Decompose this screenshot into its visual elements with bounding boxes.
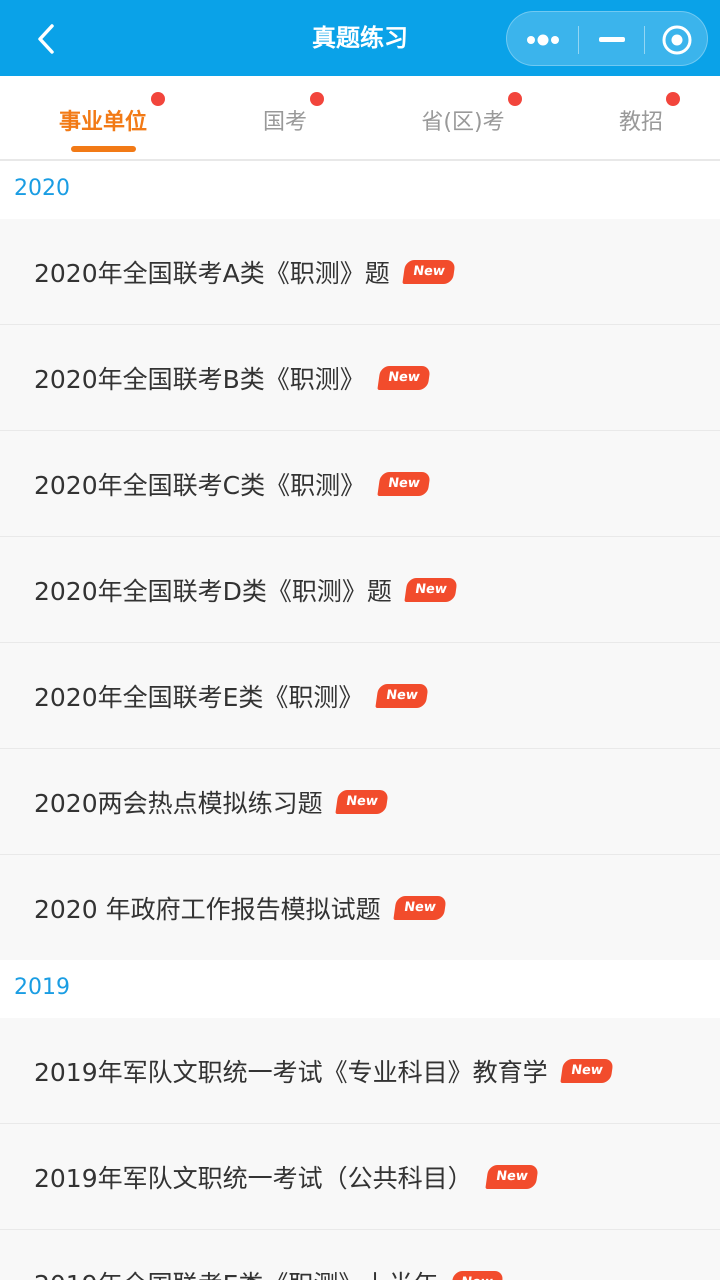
- item-title: 2020两会热点模拟练习题: [34, 789, 323, 818]
- tab-label: 教招: [618, 110, 663, 135]
- section-year: 2020: [14, 176, 70, 201]
- new-badge: New: [375, 684, 429, 708]
- new-badge: New: [402, 260, 456, 284]
- target-circle-icon: [662, 25, 692, 54]
- list-item[interactable]: 2020年全国联考E类《职测》 New: [0, 643, 720, 749]
- new-badge: New: [484, 1165, 539, 1189]
- item-title: 2019年军队文职统一考试《专业科目》教育学: [34, 1058, 548, 1087]
- new-badge: New: [392, 896, 446, 920]
- list-item[interactable]: 2019年全国联考E类《职测》上半年 New: [0, 1230, 720, 1280]
- item-title: 2019年军队文职统一考试（公共科目）: [34, 1164, 473, 1193]
- mini-program-capsule: [506, 11, 708, 66]
- tab-provincial-exam[interactable]: 省(区)考: [408, 76, 522, 161]
- new-badge: New: [377, 472, 431, 496]
- list-item[interactable]: 2020两会热点模拟练习题 New: [0, 749, 720, 855]
- notification-dot: [151, 92, 165, 106]
- tab-national-exam[interactable]: 国考: [245, 76, 325, 161]
- notification-dot: [666, 92, 680, 106]
- item-title: 2020年全国联考B类《职测》: [34, 365, 365, 394]
- list-item[interactable]: 2020年全国联考D类《职测》题 New: [0, 537, 720, 643]
- new-badge: New: [334, 790, 389, 814]
- list-item[interactable]: 2020年全国联考B类《职测》 New: [0, 325, 720, 431]
- new-badge: New: [450, 1271, 504, 1280]
- item-title: 2020年全国联考D类《职测》题: [34, 577, 392, 606]
- list-item[interactable]: 2020 年政府工作报告模拟试题 New: [0, 855, 720, 961]
- list-item[interactable]: 2019年军队文职统一考试（公共科目） New: [0, 1124, 720, 1230]
- item-title: 2020 年政府工作报告模拟试题: [34, 895, 381, 924]
- navigation-bar: 真题练习: [0, 0, 720, 76]
- new-badge: New: [404, 578, 458, 602]
- tab-teacher-recruitment[interactable]: 教招: [605, 76, 680, 161]
- section-header-2019: 2019: [0, 960, 720, 1018]
- more-options-button[interactable]: [507, 12, 579, 67]
- item-title: 2020年全国联考C类《职测》: [34, 471, 366, 500]
- section-year: 2019: [14, 975, 70, 1000]
- item-title: 2020年全国联考E类《职测》: [34, 683, 364, 712]
- active-tab-indicator: [71, 146, 136, 152]
- list-item[interactable]: 2020年全国联考C类《职测》 New: [0, 431, 720, 537]
- new-badge: New: [559, 1059, 614, 1083]
- category-tab-bar: 事业单位 国考 省(区)考 教招: [0, 76, 720, 161]
- notification-dot: [310, 92, 324, 106]
- minus-icon: [599, 36, 625, 42]
- minimize-button[interactable]: [579, 12, 645, 67]
- tab-label: 省(区)考: [421, 110, 505, 135]
- list-item[interactable]: 2019年军队文职统一考试《专业科目》教育学 New: [0, 1018, 720, 1124]
- close-mini-program-button[interactable]: [645, 12, 709, 67]
- item-title: 2019年全国联考E类《职测》上半年: [34, 1265, 438, 1280]
- notification-dot: [508, 92, 522, 106]
- more-dots-icon: [527, 34, 559, 45]
- list-item[interactable]: 2020年全国联考A类《职测》题 New: [0, 219, 720, 325]
- tab-label: 事业单位: [58, 110, 147, 135]
- tab-label: 国考: [262, 110, 307, 135]
- item-title: 2020年全国联考A类《职测》题: [34, 259, 390, 288]
- new-badge: New: [377, 366, 431, 390]
- section-header-2020: 2020: [0, 161, 720, 219]
